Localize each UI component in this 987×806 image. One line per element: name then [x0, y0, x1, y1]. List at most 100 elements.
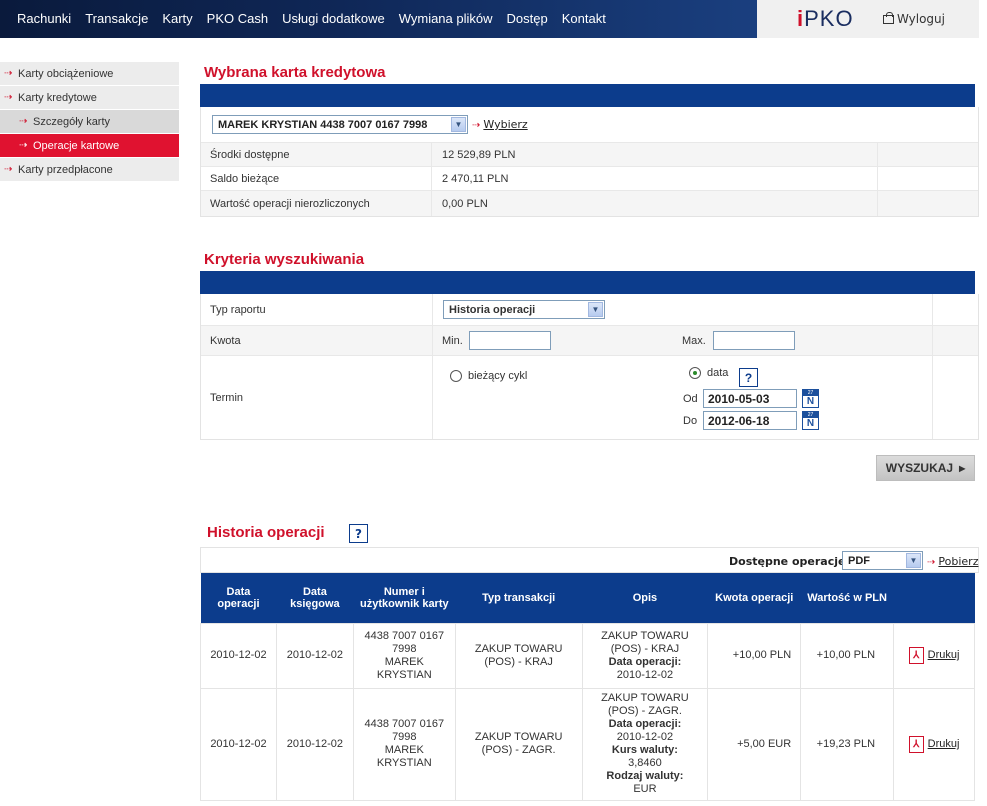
card-select-value: MAREK KRYSTIAN 4438 7007 0167 7998	[218, 118, 428, 131]
col-type: Typ transakcji	[455, 573, 583, 623]
criteria-row-amount: Kwota Min. Max.	[201, 325, 978, 355]
sidebar-item-operacje-kartowe[interactable]: ⇢ Operacje kartowe	[0, 134, 179, 158]
cell-amount: +10,00 PLN	[707, 622, 802, 689]
main-menu: Rachunki Transakcje Karty PKO Cash Usług…	[10, 11, 613, 26]
card-line: 4438 7007 0167	[364, 629, 445, 642]
print-button[interactable]: ⅄ Drukuj	[908, 647, 960, 664]
history-help-icon[interactable]: ?	[349, 524, 368, 543]
type-line: ZAKUP TOWARU	[474, 642, 563, 655]
table-row: 2010-12-02 2010-12-02 4438 7007 0167 7998 MA…	[200, 622, 975, 689]
min-amount-input[interactable]	[469, 331, 551, 350]
card-line: 4438 7007 0167	[364, 718, 445, 730]
sidebar-item-karty-kredytowe[interactable]: ⇢ Karty kredytowe	[0, 86, 179, 110]
card-select[interactable]: MAREK KRYSTIAN 4438 7007 0167 7998 ▼	[212, 115, 468, 134]
search-button[interactable]: WYSZUKAJ ▶	[876, 455, 975, 481]
col-op-date: Data operacji	[200, 573, 277, 623]
table-header-row: Data operacji Data księgowa Numer i użyt…	[200, 573, 975, 623]
divider	[877, 191, 878, 216]
date-option[interactable]: data	[689, 367, 728, 379]
choose-card-link[interactable]: Wybierz	[483, 118, 527, 131]
search-button-label: WYSZUKAJ	[885, 461, 954, 475]
cell-pln: +19,23 PLN	[800, 687, 895, 801]
sidebar-item-szczegoly-karty[interactable]: ⇢ Szczegóły karty	[0, 110, 179, 134]
op-date-value: 2010-12-02	[210, 649, 267, 661]
max-amount-input[interactable]	[713, 331, 795, 350]
col-pln: Wartość w PLN	[800, 573, 894, 623]
row-label: Środki dostępne	[210, 148, 290, 161]
desc-line: ZAKUP TOWARU	[601, 629, 689, 642]
pln-value: +10,00 PLN	[816, 649, 876, 661]
cell-book-date: 2010-12-02	[275, 687, 354, 801]
pdf-icon: ⅄	[908, 647, 924, 664]
card-section-title: Wybrana karta kredytowa	[204, 64, 386, 81]
criteria-row-term: Termin bieżący cykl data ? Od 27N Do 27N	[201, 355, 978, 439]
nav-item-pko-cash[interactable]: PKO Cash	[200, 11, 275, 26]
card-row-balance: Saldo bieżące 2 470,11 PLN	[201, 166, 978, 190]
desc-line: ZAKUP TOWARU	[601, 692, 689, 704]
sidebar: ⇢ Karty obciążeniowe ⇢ Karty kredytowe ⇢ Sz…	[0, 62, 179, 182]
to-date-input[interactable]	[703, 411, 797, 430]
nav-item-uslugi-dodatkowe[interactable]: Usługi dodatkowe	[275, 11, 392, 26]
type-line: ZAKUP TOWARU	[474, 731, 563, 743]
download-link[interactable]: Pobierz	[938, 555, 978, 568]
current-cycle-radio[interactable]	[450, 370, 462, 382]
ipko-logo: iPKO	[797, 6, 854, 32]
row-value: 0,00 PLN	[442, 197, 488, 210]
calendar-icon[interactable]: 27 N	[802, 389, 819, 408]
arrow-right-icon: ⇢	[19, 116, 28, 127]
col-card: Numer i użytkownik karty	[353, 573, 456, 623]
arrow-right-icon: ⇢	[4, 164, 13, 175]
row-value: 12 529,89 PLN	[442, 148, 516, 161]
ops-format-select[interactable]: PDF ▼	[842, 551, 923, 570]
download-link-wrap: ⇢ Pobierz	[927, 555, 978, 568]
card-line: 7998	[392, 731, 417, 743]
card-row-pending: Wartość operacji nierozliczonych 0,00 PL…	[201, 190, 978, 216]
chevron-down-icon: ▼	[451, 117, 466, 132]
calendar-icon[interactable]: 27 N	[802, 411, 819, 430]
sidebar-item-karty-obciazeniowe[interactable]: ⇢ Karty obciążeniowe	[0, 62, 179, 86]
sidebar-item-label: Karty przedpłacone	[18, 164, 113, 176]
pln-value: +19,23 PLN	[816, 737, 876, 750]
date-label: data	[707, 367, 729, 379]
print-button[interactable]: ⅄ Drukuj	[908, 735, 960, 753]
term-label: Termin	[210, 391, 244, 404]
nav-item-wymiana-plikow[interactable]: Wymiana plików	[392, 11, 500, 26]
divider	[932, 294, 933, 325]
date-help-icon[interactable]: ?	[739, 368, 758, 387]
card-row-available: Środki dostępne 12 529,89 PLN	[201, 142, 978, 166]
cell-op-date: 2010-12-02	[200, 622, 277, 689]
report-type-value: Historia operacji	[449, 303, 536, 316]
cell-actions: ⅄ Drukuj	[893, 687, 975, 801]
nav-item-rachunki[interactable]: Rachunki	[10, 11, 78, 26]
nav-item-karty[interactable]: Karty	[155, 11, 199, 26]
divider	[432, 294, 433, 325]
calendar-n: N	[806, 396, 815, 407]
criteria-row-report-type: Typ raportu Historia operacji ▼	[201, 294, 978, 325]
divider	[432, 356, 433, 439]
print-link[interactable]: Drukuj	[928, 738, 960, 750]
sidebar-item-label: Szczegóły karty	[33, 116, 111, 128]
report-type-select[interactable]: Historia operacji ▼	[443, 300, 605, 319]
current-cycle-option[interactable]: bieżący cykl	[450, 370, 527, 382]
from-date-input[interactable]	[703, 389, 797, 408]
report-type-label: Typ raportu	[210, 303, 266, 316]
divider	[431, 167, 432, 190]
desc-line: (POS) - ZAGR.	[607, 705, 682, 717]
op-date-value: 2010-12-02	[210, 737, 267, 750]
row-value: 2 470,11 PLN	[442, 172, 509, 185]
nav-item-dostep[interactable]: Dostęp	[500, 11, 555, 26]
logout-label: Wyloguj	[897, 12, 945, 26]
col-book-date: Data księgowa	[276, 573, 354, 623]
logo-text: PKO	[804, 6, 854, 31]
print-link[interactable]: Drukuj	[928, 649, 960, 661]
sidebar-item-karty-przedplacone[interactable]: ⇢ Karty przedpłacone	[0, 158, 179, 182]
logout-button[interactable]: Wyloguj	[883, 11, 945, 26]
brand-area: iPKO Wyloguj	[757, 0, 979, 38]
nav-item-transakcje[interactable]: Transakcje	[78, 11, 155, 26]
date-radio[interactable]	[689, 367, 701, 379]
arrow-right-icon: ⇢	[19, 140, 28, 151]
desc-line: 3,8460	[628, 757, 662, 769]
nav-item-kontakt[interactable]: Kontakt	[555, 11, 613, 26]
card-line: KRYSTIAN	[376, 668, 432, 681]
chevron-down-icon: ▼	[906, 553, 921, 568]
